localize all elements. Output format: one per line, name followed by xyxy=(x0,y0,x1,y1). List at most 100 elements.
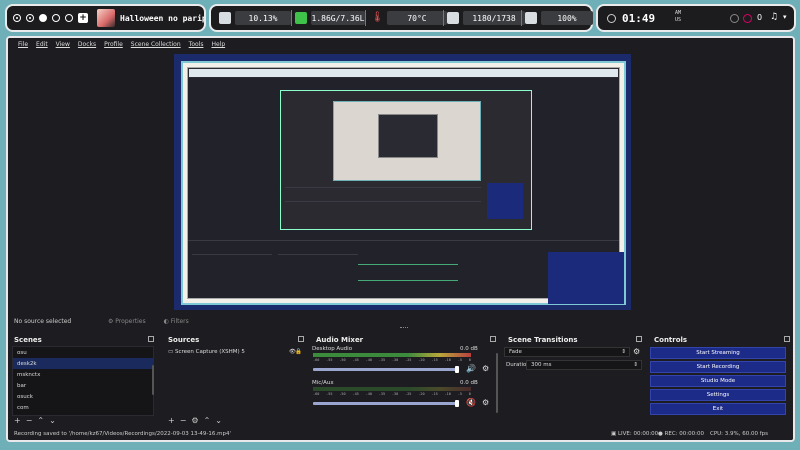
scene-item[interactable]: osu xyxy=(13,347,153,358)
lock-icon[interactable]: 🔒 xyxy=(295,349,302,355)
scenes-scrollbar[interactable] xyxy=(152,365,154,395)
scene-item-selected[interactable]: desk2k xyxy=(13,358,153,369)
desktop-audio-ticks: -60 -55 -50 -45 -40 -35 -30 -25 -20 -15 -10 -5 0 xyxy=(313,358,471,362)
workspace-3[interactable] xyxy=(39,14,47,22)
move-up-button[interactable]: ⌃ xyxy=(204,416,211,425)
transition-gear-icon[interactable]: ⚙ xyxy=(633,347,640,356)
muted-speaker-icon[interactable]: 🔇 xyxy=(466,398,476,407)
transition-select[interactable]: Fade ⇕ xyxy=(504,347,630,357)
notification-count: 0 xyxy=(757,13,763,22)
scene-item[interactable]: com xyxy=(13,402,153,413)
clock-time: 01:49 xyxy=(622,12,656,25)
disk-value: 1180/1738 xyxy=(463,11,525,25)
move-up-button[interactable]: ⌃ xyxy=(37,416,44,425)
mic-aux-ticks: -60 -55 -50 -45 -40 -35 -30 -25 -20 -15 -10 -5 0 xyxy=(313,392,471,396)
remove-scene-button[interactable]: − xyxy=(26,416,33,425)
ram-value: 1.86G/7.36L xyxy=(311,11,365,25)
no-source-label: No source selected xyxy=(14,318,72,325)
sources-toolbar: + − ⚙ ⌃ ⌄ xyxy=(168,416,222,425)
disk-icon xyxy=(447,12,459,24)
monitor-icon: ▭ xyxy=(168,349,174,355)
audio-mixer-dock: Audio Mixer Desktop Audio 0.0 dB -60 -55-… xyxy=(310,333,500,427)
menu-help[interactable]: Help xyxy=(211,41,225,48)
properties-button[interactable]: ⚙ Properties xyxy=(108,318,146,325)
mic-aux-db: 0.0 dB xyxy=(460,380,478,386)
start-streaming-button[interactable]: Start Streaming xyxy=(650,347,786,359)
battery-icon xyxy=(525,12,537,24)
preview-canvas[interactable] xyxy=(174,54,631,310)
mic-aux-volume-slider[interactable] xyxy=(313,400,459,407)
filters-button[interactable]: ◐ Filters xyxy=(164,318,189,325)
audio-mixer-title: Audio Mixer xyxy=(310,333,500,345)
top-status-bar: + Halloween no paripi 10.13% 1.86G/7.36L… xyxy=(0,4,800,32)
move-down-button[interactable]: ⌄ xyxy=(215,416,222,425)
menu-file[interactable]: File xyxy=(18,41,28,48)
gear-icon[interactable]: ⚙ xyxy=(482,398,489,407)
preview-capture xyxy=(181,61,626,305)
scene-item[interactable]: bar xyxy=(13,380,153,391)
studio-mode-button[interactable]: Studio Mode xyxy=(650,375,786,387)
temp-stat: 🌡 70°C xyxy=(371,10,447,26)
add-workspace-button[interactable]: + xyxy=(78,13,88,23)
live-status: ▣ LIVE: 00:00:00 xyxy=(611,431,659,437)
add-scene-button[interactable]: + xyxy=(14,416,21,425)
resize-handle[interactable] xyxy=(400,327,408,329)
workspace-2[interactable] xyxy=(26,14,34,22)
start-recording-button[interactable]: Start Recording xyxy=(650,361,786,373)
menu-scene-collection[interactable]: Scene Collection xyxy=(131,41,181,48)
scenes-title: Scenes xyxy=(8,333,158,345)
gear-icon[interactable]: ⚙ xyxy=(482,364,489,373)
menu-docks[interactable]: Docks xyxy=(78,41,96,48)
menu-view[interactable]: View xyxy=(56,41,70,48)
scene-item[interactable]: osuck xyxy=(13,391,153,402)
scene-transitions-dock: Scene Transitions Fade ⇕ ⚙ Duration 300 m… xyxy=(502,333,646,427)
workspace-4[interactable] xyxy=(52,14,60,22)
workspace-panel: + Halloween no paripi xyxy=(5,4,206,32)
clock-icon xyxy=(607,14,616,23)
menu-profile[interactable]: Profile xyxy=(104,41,123,48)
clock-panel: 01:49 AM US 0 ♫ ▾ xyxy=(596,4,796,32)
remove-source-button[interactable]: − xyxy=(180,416,187,425)
bell-icon[interactable]: ♫ xyxy=(770,12,778,22)
sources-dock: Sources ▭ Screen Capture (XSHM) 5 👁 🔒 + … xyxy=(162,333,308,427)
scene-item[interactable]: msknctx xyxy=(13,369,153,380)
temp-value: 70°C xyxy=(387,11,447,25)
battery-stat: 100% xyxy=(525,10,593,26)
cpu-value: 10.13% xyxy=(235,11,291,25)
obs-window: File Edit View Docks Profile Scene Colle… xyxy=(6,36,795,442)
source-settings-gear-icon[interactable]: ⚙ xyxy=(191,416,198,425)
controls-title: Controls xyxy=(648,333,793,345)
desktop-audio-db: 0.0 dB xyxy=(460,346,478,352)
controls-dock: Controls Start Streaming Start Recording… xyxy=(648,333,793,427)
workspace-5[interactable] xyxy=(65,14,73,22)
exit-button[interactable]: Exit xyxy=(650,403,786,415)
scenes-dock: Scenes osu desk2k msknctx bar osuck com … xyxy=(8,333,158,427)
speaker-icon[interactable]: 🔊 xyxy=(466,364,476,373)
add-source-button[interactable]: + xyxy=(168,416,175,425)
disk-stat: 1180/1738 xyxy=(447,10,525,26)
workspace-1[interactable] xyxy=(13,14,21,22)
status-bar: Recording saved to '/home/kz67/Videos/Re… xyxy=(8,428,793,440)
scenes-toolbar: + − ⌃ ⌄ xyxy=(14,416,56,425)
ram-icon xyxy=(295,12,307,24)
cpu-icon xyxy=(219,12,231,24)
mic-aux-label: Mic/Aux xyxy=(312,380,334,386)
timer-icon[interactable] xyxy=(730,14,739,23)
menu-tools[interactable]: Tools xyxy=(189,41,204,48)
battery-value: 100% xyxy=(541,11,593,25)
scene-transitions-title: Scene Transitions xyxy=(502,333,646,345)
ram-stat: 1.86G/7.36L xyxy=(295,10,365,26)
cpu-fps-status: CPU: 3.9%, 60.00 fps xyxy=(710,431,769,437)
mixer-scrollbar[interactable] xyxy=(496,353,498,413)
menu-edit[interactable]: Edit xyxy=(36,41,48,48)
source-item[interactable]: ▭ Screen Capture (XSHM) 5 👁 🔒 xyxy=(166,347,302,358)
duration-input[interactable]: 300 ms ⇕ xyxy=(526,360,642,370)
chevron-down-icon[interactable]: ▾ xyxy=(783,13,787,21)
settings-button[interactable]: Settings xyxy=(650,389,786,401)
cpu-stat: 10.13% xyxy=(219,10,291,26)
desktop-audio-label: Desktop Audio xyxy=(312,346,353,352)
desktop-audio-volume-slider[interactable] xyxy=(313,366,459,373)
move-down-button[interactable]: ⌄ xyxy=(49,416,56,425)
clock-ampm: AM US xyxy=(675,10,682,23)
settings-icon[interactable] xyxy=(743,14,752,23)
